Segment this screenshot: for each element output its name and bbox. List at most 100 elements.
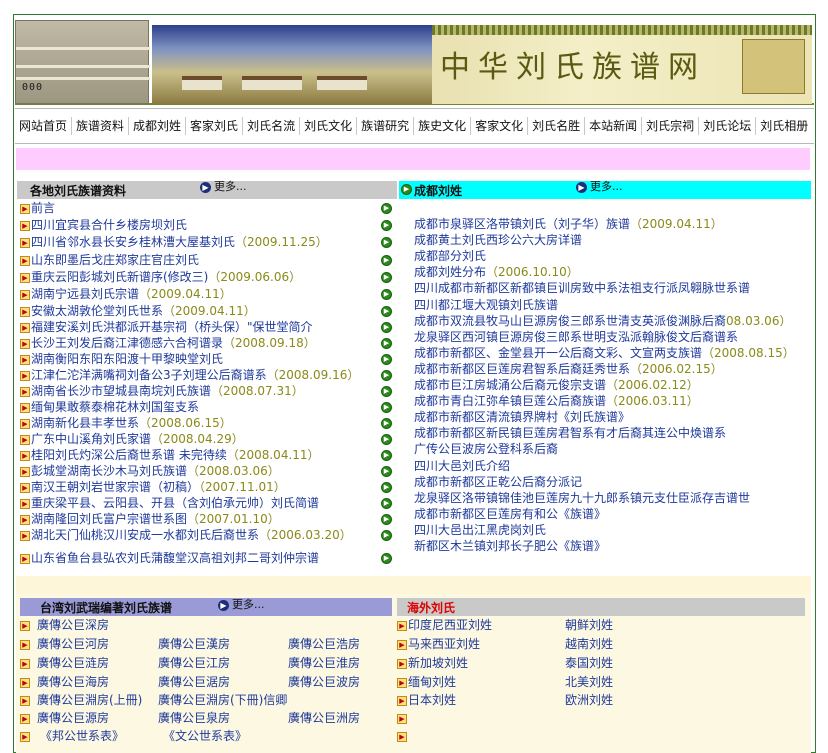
arrow-icon: ▶ bbox=[381, 354, 392, 365]
taiwan-link[interactable]: 廣傳公巨波房 bbox=[288, 674, 360, 690]
taiwan-link[interactable]: 廣傳公巨洲房 bbox=[288, 710, 360, 726]
overseas-link[interactable]: 马来西亚刘姓 bbox=[408, 636, 480, 652]
bullet-icon: ▶ bbox=[20, 710, 31, 726]
overseas-link[interactable]: 缅甸刘姓 bbox=[408, 674, 456, 690]
item-label: 成都市新都区正乾公后裔分派记 bbox=[414, 475, 583, 489]
taiwan-link[interactable]: 廣傳公巨泉房 bbox=[158, 710, 230, 726]
left-list-item[interactable]: ▶ 四川宜宾县合什乡楼房坝刘氏 bbox=[20, 217, 187, 233]
left-list-item[interactable]: ▶ 山东省鱼台县弘农刘氏蒲馥堂汉高祖刘邦二哥刘仲宗谱 bbox=[20, 550, 319, 566]
left-list-item[interactable]: ▶ 广东中山溪角刘氏家谱（2008.04.29） bbox=[20, 431, 244, 447]
left-list-item[interactable]: ▶ 湖南宁远县刘氏宗谱（2009.04.11） bbox=[20, 286, 232, 302]
taiwan-link[interactable]: 廣傳公巨河房 bbox=[37, 636, 109, 652]
left-list-item[interactable]: ▶ 湖南隆回刘氏富户宗谱世系图（2007.01.10） bbox=[20, 511, 280, 527]
overseas-link[interactable]: 朝鲜刘姓 bbox=[565, 617, 613, 633]
item-date: （2006.03.20） bbox=[259, 528, 352, 542]
right-list-item[interactable]: 龙泉驿区西河镇巨源房俊三郎系世明支泓派翰脉俊文后裔谱系 bbox=[414, 329, 738, 345]
taiwan-link[interactable]: 廣傳公巨淮房 bbox=[288, 655, 360, 671]
taiwan-link[interactable]: 廣傳公巨源房 bbox=[37, 710, 109, 726]
right-list-item[interactable]: 新都区木兰镇刘邦长子肥公《族谱》 bbox=[414, 538, 606, 554]
taiwan-link[interactable]: 廣傳公巨淵房(上冊) bbox=[37, 692, 142, 708]
taiwan-link[interactable]: 《邦公世系表》 bbox=[40, 728, 124, 744]
left-list-item[interactable]: ▶ 湖南省长沙市望城县南垸刘氏族谱（2008.07.31） bbox=[20, 383, 304, 399]
right-list-item[interactable]: 四川大邑刘氏介绍 bbox=[414, 458, 510, 474]
right-list-item[interactable]: 成都市新都区清流镇界牌村《刘氏族谱》 bbox=[414, 409, 630, 425]
taiwan-link[interactable]: 廣傳公巨深房 bbox=[37, 617, 109, 633]
arrow-icon: ▶ bbox=[381, 272, 392, 283]
right-list-item[interactable]: 成都市青白江弥牟镇巨莲公后裔族谱（2006.03.11） bbox=[414, 393, 699, 409]
right-list-item[interactable]: 成都刘姓分布（2006.10.10） bbox=[414, 264, 579, 280]
left-list-item[interactable]: ▶ 桂阳刘氏灼深公后裔世系谱 未完待续（2008.04.11） bbox=[20, 447, 320, 463]
left-list-item[interactable]: ▶ 湖北天门仙桃汉川安成一水都刘氏后裔世系（2006.03.20） bbox=[20, 527, 352, 543]
nav-item[interactable]: 刘氏名流 bbox=[243, 117, 301, 135]
item-date: （2008.09.18） bbox=[223, 336, 316, 350]
more-label: 更多... bbox=[590, 180, 623, 193]
nav-item[interactable]: 客家文化 bbox=[471, 117, 529, 135]
nav-item[interactable]: 刘氏文化 bbox=[300, 117, 358, 135]
overseas-link[interactable]: 越南刘姓 bbox=[565, 636, 613, 652]
nav-item[interactable]: 刘氏相册 bbox=[756, 117, 812, 135]
taiwan-link[interactable]: 《文公世系表》 bbox=[163, 728, 247, 744]
right-list-item[interactable]: 四川成都市新都区新都镇巨训房致中系法祖支行派凤翱脉世系谱 bbox=[414, 280, 750, 296]
right-list-item[interactable]: 龙泉驿区洛带镇锦佳池巨莲房九十九郎系镇元支仕臣派存吉谱世 bbox=[414, 490, 750, 506]
overseas-link[interactable]: 北美刘姓 bbox=[565, 674, 613, 690]
left-list-item[interactable]: ▶ 缅甸果敢蔡泰棉花林刘国玺支系 bbox=[20, 399, 199, 415]
right-list-item[interactable]: 成都市巨江房城涌公后裔元俊宗支谱（2006.02.12） bbox=[414, 377, 699, 393]
right-list-item[interactable]: 成都市新都区巨莲房君智系后裔廷秀世系（2006.02.15） bbox=[414, 361, 723, 377]
nav-item[interactable]: 刘氏宗祠 bbox=[642, 117, 700, 135]
right-list-item[interactable]: 成都市泉驿区洛带镇刘氏（刘子华）族谱（2009.04.11） bbox=[414, 216, 723, 232]
left-list-item[interactable]: ▶ 重庆梁平县、云阳县、开县（含刘伯承元帅）刘氏简谱 bbox=[20, 495, 319, 511]
left-list-item[interactable]: ▶ 彭城堂湖南长沙木马刘氏族谱（2008.03.06） bbox=[20, 463, 280, 479]
left-more-link[interactable]: ▶ 更多... bbox=[200, 180, 247, 194]
taiwan-link[interactable]: 廣傳公巨漢房 bbox=[158, 636, 230, 652]
nav-item[interactable]: 客家刘氏 bbox=[186, 117, 244, 135]
nav-item[interactable]: 本站新闻 bbox=[585, 117, 643, 135]
map-emblem bbox=[742, 39, 805, 94]
left-list-item[interactable]: ▶ 湖南新化县丰孝世系（2008.06.15） bbox=[20, 415, 232, 431]
left-list-item[interactable]: ▶ 福建安溪刘氏洪都派开基宗祠（桥头保）"保世堂简介 bbox=[20, 319, 313, 335]
left-list-item[interactable]: ▶ 四川省邻水县长安乡桂林漕大屋基刘氏（2009.11.25） bbox=[20, 234, 328, 250]
overseas-section-header bbox=[397, 598, 805, 616]
left-list-item[interactable]: ▶ 长沙王刘发后裔江津德感六合柯谱录（2008.09.18） bbox=[20, 335, 316, 351]
right-more-link[interactable]: ▶ 更多... bbox=[576, 180, 623, 194]
right-list-item[interactable]: 广传公巨波房公登科系后裔 bbox=[414, 441, 558, 457]
right-list-item[interactable]: 成都黄土刘氏西珍公六大房详谱 bbox=[414, 232, 582, 248]
taiwan-link[interactable]: 廣傳公巨涟房 bbox=[37, 655, 109, 671]
taiwan-link[interactable]: 廣傳公巨涺房 bbox=[158, 674, 230, 690]
overseas-link[interactable]: 日本刘姓 bbox=[408, 692, 456, 708]
overseas-link[interactable]: 泰国刘姓 bbox=[565, 655, 613, 671]
right-list-item[interactable]: 四川都江堰大观镇刘氏族谱 bbox=[414, 297, 558, 313]
nav-item[interactable]: 刘氏名胜 bbox=[528, 117, 586, 135]
nav-item[interactable]: 网站首页 bbox=[15, 117, 73, 135]
overseas-link[interactable]: 印度尼西亚刘姓 bbox=[408, 617, 492, 633]
left-list-item[interactable]: ▶ 江津仁沱洋满嘴祠刘备公3子刘理公后裔谱系（2008.09.16） bbox=[20, 367, 359, 383]
left-list-item[interactable]: ▶ 安徽太湖敦伦堂刘氏世系（2009.04.11） bbox=[20, 303, 256, 319]
taiwan-link[interactable]: 廣傳公巨海房 bbox=[37, 674, 109, 690]
nav-item[interactable]: 族谱资料 bbox=[72, 117, 130, 135]
item-label: 新都区木兰镇刘邦长子肥公《族谱》 bbox=[414, 539, 607, 553]
nav-item[interactable]: 刘氏论坛 bbox=[699, 117, 757, 135]
nav-item[interactable]: 族谱研究 bbox=[357, 117, 415, 135]
overseas-link[interactable]: 新加坡刘姓 bbox=[408, 655, 468, 671]
left-list-item[interactable]: ▶ 重庆云阳彭城刘氏新谱序(修改三)（2009.06.06） bbox=[20, 269, 301, 285]
left-list-item[interactable]: ▶ 前言 bbox=[20, 200, 55, 216]
right-list-item[interactable]: 四川大邑出江黑虎岗刘氏 bbox=[414, 522, 546, 538]
right-list-item[interactable]: 成都市新都区巨莲房有和公《族谱》 bbox=[414, 506, 606, 522]
left-list-item[interactable]: ▶ 湖南衡阳东阳东阳渡十甲黎映堂刘氏 bbox=[20, 351, 223, 367]
item-date: （2008.04.29） bbox=[151, 432, 244, 446]
right-list-item[interactable]: 成都部分刘氏 bbox=[414, 248, 486, 264]
right-list-item[interactable]: 成都市新都区正乾公后裔分派记 bbox=[414, 474, 582, 490]
nav-item[interactable]: 族史文化 bbox=[414, 117, 472, 135]
right-list-item[interactable]: 成都市新都区、金堂县开一公后裔文彩、文宣两支族谱（2008.08.15） bbox=[414, 345, 795, 361]
taiwan-link[interactable]: 廣傳公巨江房 bbox=[158, 655, 230, 671]
right-list-item[interactable]: 成都市双流县牧马山巨源房俊三郎系世清支英派俊渊脉后裔08.03.06） bbox=[414, 313, 791, 329]
left-list-item[interactable]: ▶ 山东即墨后戈庄郑家庄官庄刘氏 bbox=[20, 252, 199, 268]
taiwan-more-link[interactable]: ▶ 更多... bbox=[218, 598, 265, 612]
taiwan-link[interactable]: 廣傳公巨淵房(下冊)信卿 bbox=[158, 692, 287, 708]
arrow-icon: ▶ bbox=[576, 181, 587, 193]
nav-item[interactable]: 成都刘姓 bbox=[129, 117, 187, 135]
item-date: （2008.08.15） bbox=[702, 346, 795, 360]
left-list-item[interactable]: ▶ 南汉王朝刘岩世家宗谱（初稿）（2007.11.01） bbox=[20, 479, 286, 495]
taiwan-link[interactable]: 廣傳公巨浩房 bbox=[288, 636, 360, 652]
overseas-link[interactable]: 欧洲刘姓 bbox=[565, 692, 613, 708]
right-list-item[interactable]: 成都市新都区新民镇巨莲房君智系有才后裔其连公中焕谱系 bbox=[414, 425, 726, 441]
